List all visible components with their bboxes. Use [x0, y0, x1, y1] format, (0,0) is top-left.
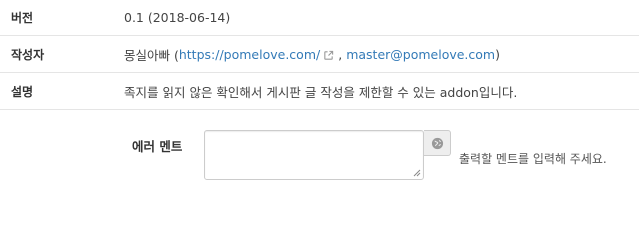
author-label: 작성자 — [11, 47, 45, 62]
author-name: 몽실아빠 ( — [124, 47, 179, 63]
addon-info-table: 버전 0.1 (2018-06-14) 작성자 몽실아빠 (https://po… — [0, 0, 639, 110]
version-row: 버전 0.1 (2018-06-14) — [0, 0, 639, 36]
error-message-form-row: 에러 멘트 출력할 멘트를 입력해 주세요. — [0, 110, 639, 206]
error-message-field-wrapper — [204, 130, 424, 180]
author-close-paren: ) — [495, 46, 500, 62]
version-value: 0.1 (2018-06-14) — [124, 10, 231, 25]
author-email-link[interactable]: master@pomelove.com — [346, 47, 495, 62]
author-separator: , — [338, 46, 343, 62]
author-homepage-link[interactable]: https://pomelove.com/ — [179, 47, 320, 62]
version-label: 버전 — [11, 11, 34, 25]
external-link-icon — [324, 50, 334, 60]
error-message-help-text: 출력할 멘트를 입력해 주세요. — [459, 152, 607, 166]
globe-addon-button[interactable] — [424, 130, 451, 156]
error-message-label: 에러 멘트 — [132, 139, 183, 154]
description-row: 설명 족지를 읽지 않은 확인해서 게시판 글 작성을 제한할 수 있는 add… — [0, 73, 639, 110]
author-value: 몽실아빠 (https://pomelove.com/ , master@pom… — [124, 36, 500, 72]
description-value: 족지를 읽지 않은 확인해서 게시판 글 작성을 제한할 수 있는 addon입… — [124, 84, 518, 100]
error-message-textarea[interactable] — [205, 131, 423, 179]
author-row: 작성자 몽실아빠 (https://pomelove.com/ , master… — [0, 36, 639, 73]
globe-icon — [431, 137, 443, 149]
description-label: 설명 — [11, 84, 34, 99]
resize-grip-icon[interactable] — [413, 169, 421, 177]
